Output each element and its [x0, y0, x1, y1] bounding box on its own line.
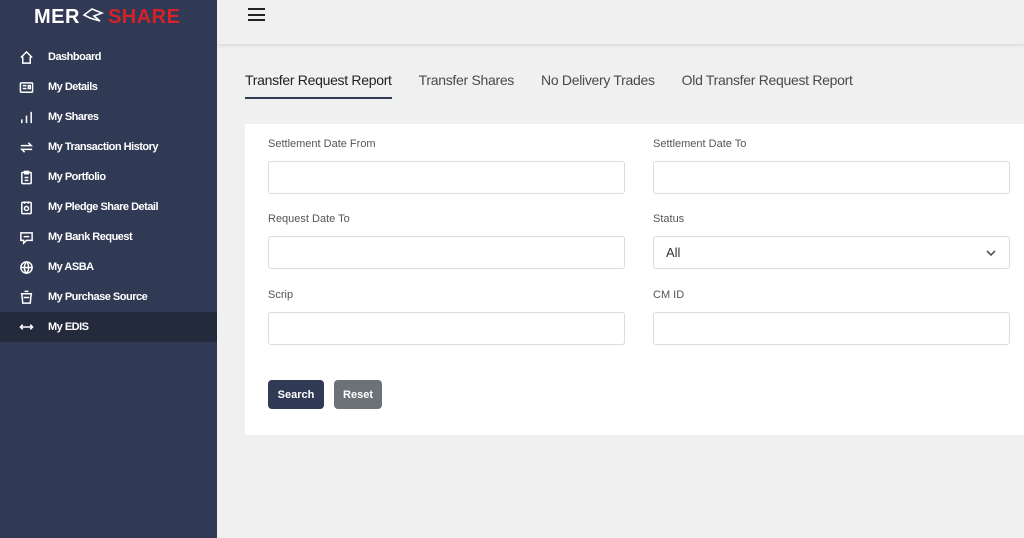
brand-text-mero: MER: [34, 5, 80, 28]
sidebar-item-my-bank-request[interactable]: My Bank Request: [0, 222, 217, 252]
sidebar-item-label: My Transaction History: [48, 141, 159, 153]
status-select[interactable]: All: [653, 236, 1010, 269]
bird-logo-icon: [82, 6, 105, 29]
sidebar-item-my-edis[interactable]: My EDIS: [0, 312, 217, 342]
filter-form-card: Settlement Date From Settlement Date To …: [245, 124, 1024, 435]
sidebar-item-label: Dashboard: [48, 51, 101, 63]
sidebar-item-my-purchase-source[interactable]: My Purchase Source: [0, 282, 217, 312]
settlement-date-to-input[interactable]: [654, 162, 1009, 193]
bar-chart-icon: [18, 109, 35, 126]
exchange-icon: [18, 319, 35, 336]
sidebar-item-my-details[interactable]: My Details: [0, 72, 217, 102]
chevron-down-icon: [985, 247, 997, 259]
sidebar-item-label: My Shares: [48, 111, 99, 123]
request-date-to-input[interactable]: [269, 237, 624, 268]
sidebar-item-label: My Pledge Share Detail: [48, 201, 159, 213]
sidebar-item-label: My Details: [48, 81, 98, 93]
cm-id-field[interactable]: [653, 312, 1010, 345]
request-date-to-field[interactable]: [268, 236, 625, 269]
topbar: [217, 0, 1024, 44]
sidebar: MER SHARE Dashboard My Details My Shares…: [0, 0, 217, 538]
request-date-to-label: Request Date To: [268, 213, 350, 225]
cm-id-label: CM ID: [653, 289, 685, 301]
brand-text-share: SHARE: [107, 5, 181, 28]
sidebar-item-my-pledge-share-detail[interactable]: My Pledge Share Detail: [0, 192, 217, 222]
settlement-date-to-field[interactable]: [653, 161, 1010, 194]
tab-transfer-shares[interactable]: Transfer Shares: [419, 72, 515, 99]
cm-id-input[interactable]: [654, 313, 1009, 344]
search-button[interactable]: Search: [268, 380, 324, 409]
scrip-field[interactable]: [268, 312, 625, 345]
sidebar-item-label: My Bank Request: [48, 231, 133, 243]
settlement-date-from-field[interactable]: [268, 161, 625, 194]
scrip-label: Scrip: [268, 289, 294, 301]
sidebar-item-label: My EDIS: [48, 321, 89, 333]
sidebar-item-dashboard[interactable]: Dashboard: [0, 42, 217, 72]
globe-icon: [18, 259, 35, 276]
sidebar-item-my-shares[interactable]: My Shares: [0, 102, 217, 132]
tab-old-transfer-request-report[interactable]: Old Transfer Request Report: [682, 72, 853, 99]
pledge-clipboard-icon: [18, 199, 35, 216]
sidebar-item-my-portfolio[interactable]: My Portfolio: [0, 162, 217, 192]
sidebar-item-label: My ASBA: [48, 261, 94, 273]
transfer-arrows-icon: [18, 139, 35, 156]
brand-logo[interactable]: MER SHARE: [0, 0, 217, 34]
status-selected-value: All: [666, 245, 681, 260]
sidebar-item-my-transaction-history[interactable]: My Transaction History: [0, 132, 217, 162]
settlement-date-to-label: Settlement Date To: [653, 138, 747, 150]
id-card-icon: [18, 79, 35, 96]
sidebar-item-label: My Portfolio: [48, 171, 106, 183]
clipboard-icon: [18, 169, 35, 186]
report-tabs: Transfer Request Report Transfer Shares …: [245, 72, 880, 99]
tab-no-delivery-trades[interactable]: No Delivery Trades: [541, 72, 655, 99]
basket-icon: [18, 289, 35, 306]
sidebar-item-my-asba[interactable]: My ASBA: [0, 252, 217, 282]
reset-button[interactable]: Reset: [334, 380, 382, 409]
settlement-date-from-label: Settlement Date From: [268, 138, 376, 150]
status-label: Status: [653, 213, 685, 225]
sidebar-item-label: My Purchase Source: [48, 291, 148, 303]
settlement-date-from-input[interactable]: [269, 162, 624, 193]
home-icon: [18, 49, 35, 66]
hamburger-menu-icon[interactable]: [248, 8, 266, 24]
message-icon: [18, 229, 35, 246]
tab-transfer-request-report[interactable]: Transfer Request Report: [245, 72, 392, 99]
scrip-input[interactable]: [269, 313, 624, 344]
sidebar-nav: Dashboard My Details My Shares My Transa…: [0, 42, 217, 342]
